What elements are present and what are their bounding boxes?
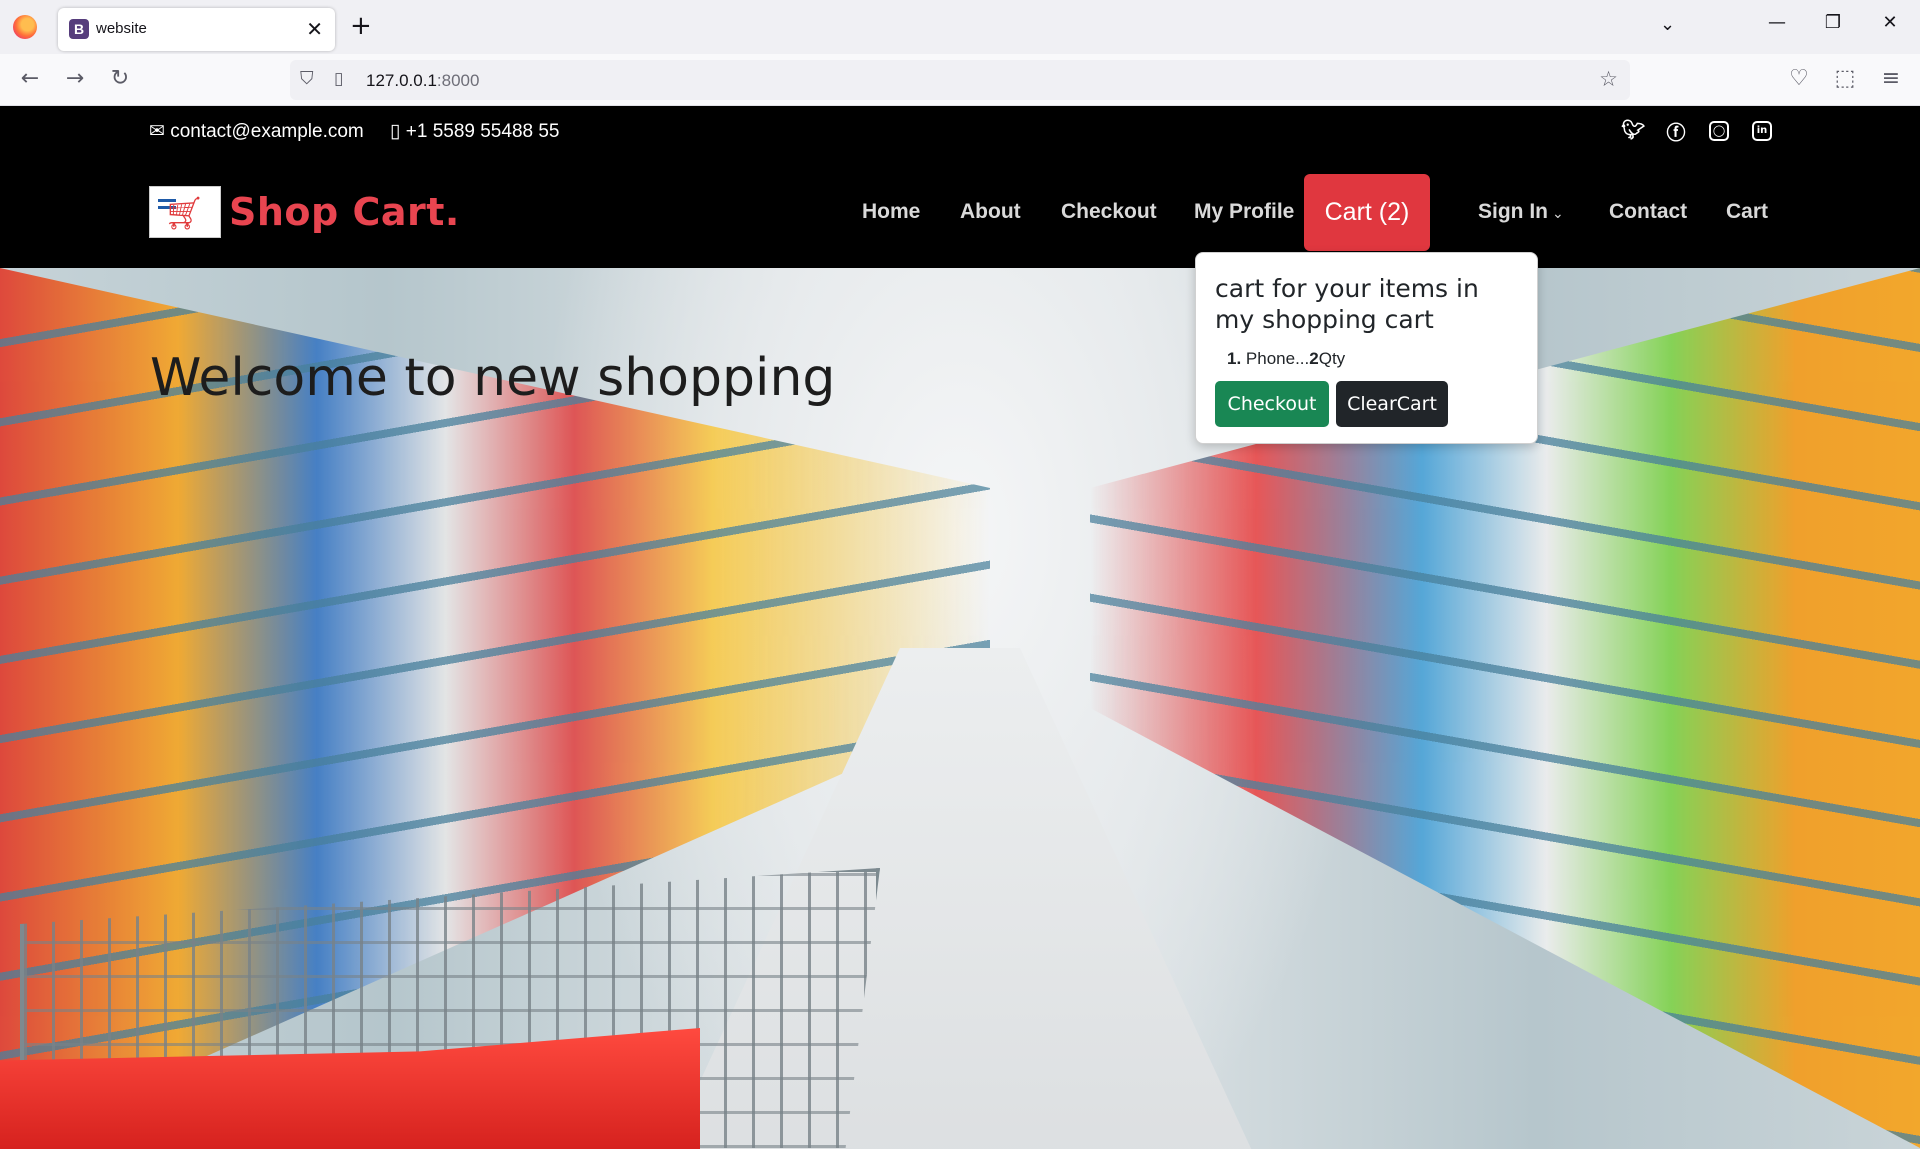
nav-sign-in[interactable]: Sign In ⌄ <box>1478 200 1564 224</box>
reload-icon[interactable]: ↻ <box>105 66 135 91</box>
forward-arrow-icon[interactable]: → <box>60 66 90 91</box>
back-arrow-icon[interactable]: ← <box>15 66 45 91</box>
phone-text: +1 5589 55488 55 <box>405 121 560 142</box>
linkedin-icon[interactable]: in <box>1752 121 1772 141</box>
cart-item-qty: 2 <box>1309 349 1319 368</box>
facebook-icon[interactable]: ⓕ <box>1663 118 1689 145</box>
cart-item-index: 1. <box>1227 349 1242 368</box>
logo[interactable]: 🛒︎ <box>149 186 221 238</box>
firefox-icon[interactable] <box>13 15 37 39</box>
browser-tab-bar: B website ✕ + ⌄ — ❐ ✕ <box>0 0 1920 54</box>
chevron-down-icon: ⌄ <box>1552 206 1564 222</box>
url-port: :8000 <box>436 71 480 90</box>
url-bar[interactable]: ⛉ ▯ 127.0.0.1:8000 ☆ <box>290 60 1630 100</box>
new-tab-icon[interactable]: + <box>350 11 372 41</box>
popover-checkout-button[interactable]: Checkout <box>1215 381 1329 427</box>
cart-item-qty-label: Qty <box>1318 349 1346 368</box>
cart-item: 1. Phone...2Qty <box>1227 349 1345 369</box>
tab-close-icon[interactable]: ✕ <box>306 17 323 41</box>
nav-home[interactable]: Home <box>862 200 920 224</box>
bootstrap-favicon-icon: B <box>69 19 89 39</box>
email-text: contact@example.com <box>170 121 364 142</box>
hero-banner: Welcome to new shopping <box>0 268 1920 1149</box>
site-header: 🛒︎ Shop Cart. Home About Checkout My Pro… <box>0 156 1920 268</box>
shopping-cart-icon: 🛒︎ <box>164 194 205 232</box>
nav-cart[interactable]: Cart <box>1726 200 1768 224</box>
cart-item-name: Phone... <box>1245 349 1310 368</box>
bookmark-star-icon[interactable]: ☆ <box>1599 67 1618 91</box>
url-text[interactable]: 127.0.0.1:8000 <box>366 71 479 91</box>
contact-topbar: ✉ contact@example.com ▯ +1 5589 55488 55… <box>0 106 1920 156</box>
nav-about[interactable]: About <box>960 200 1021 224</box>
cart-popover: cart for your items in my shopping cart … <box>1195 252 1538 444</box>
web-page: ✉ contact@example.com ▯ +1 5589 55488 55… <box>0 106 1920 1149</box>
cart-button[interactable]: Cart (2) <box>1304 174 1430 251</box>
popover-title: cart for your items in my shopping cart <box>1215 274 1479 334</box>
page-info-icon[interactable]: ▯ <box>334 69 343 89</box>
sign-in-label: Sign In <box>1478 200 1548 223</box>
phone-icon: ▯ <box>390 121 401 142</box>
instagram-icon[interactable]: ◯ <box>1709 121 1729 141</box>
browser-tab[interactable]: B website ✕ <box>58 8 335 51</box>
browser-navigation-bar: ← → ↻ ⛉ ▯ 127.0.0.1:8000 ☆ ♡ ⬚ ≡ <box>0 54 1920 106</box>
hero-title: Welcome to new shopping <box>150 348 836 408</box>
pocket-icon[interactable]: ♡ <box>1784 66 1814 91</box>
envelope-icon: ✉ <box>149 121 165 142</box>
phone-contact[interactable]: ▯ +1 5589 55488 55 <box>390 120 560 143</box>
shield-icon[interactable]: ⛉ <box>300 68 314 89</box>
minimize-icon[interactable]: — <box>1757 12 1797 33</box>
brand-name[interactable]: Shop Cart. <box>229 190 460 234</box>
close-window-icon[interactable]: ✕ <box>1870 12 1910 33</box>
nav-checkout[interactable]: Checkout <box>1061 200 1157 224</box>
email-contact[interactable]: ✉ contact@example.com <box>149 120 364 143</box>
nav-my-profile[interactable]: My Profile <box>1194 200 1294 224</box>
clear-cart-button[interactable]: ClearCart <box>1336 381 1448 427</box>
tab-list-chevron-icon[interactable]: ⌄ <box>1660 14 1675 35</box>
url-host: 127.0.0.1 <box>366 71 437 90</box>
twitter-icon[interactable]: 🐦︎ <box>1620 118 1646 141</box>
restore-icon[interactable]: ❐ <box>1813 12 1853 33</box>
extensions-icon[interactable]: ⬚ <box>1830 66 1860 91</box>
tab-title: website <box>96 20 147 37</box>
app-menu-icon[interactable]: ≡ <box>1876 66 1906 91</box>
nav-contact[interactable]: Contact <box>1609 200 1687 224</box>
